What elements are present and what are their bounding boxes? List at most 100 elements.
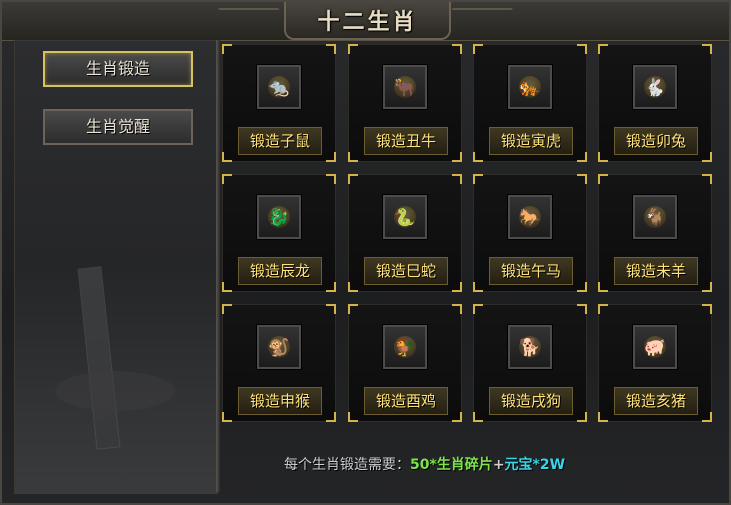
cell-corner	[473, 44, 483, 54]
cell-corner	[326, 44, 336, 54]
zodiac-cell: 🐎 锻造午马	[473, 174, 587, 292]
cell-corner	[598, 174, 608, 184]
cost-label: 每个生肖锻造需要：	[284, 457, 410, 473]
svg-text:🐅: 🐅	[519, 78, 540, 98]
forge-button[interactable]: 锻造寅虎	[489, 127, 573, 155]
forge-button[interactable]: 锻造丑牛	[364, 127, 448, 155]
cell-corner	[577, 152, 587, 162]
zodiac-cell: 🐒 锻造申猴	[222, 304, 336, 422]
sidebar-item-forge[interactable]: 生肖锻造	[43, 51, 193, 87]
svg-text:🐉: 🐉	[268, 207, 289, 228]
zodiac-cell: 🐂 锻造丑牛	[348, 44, 462, 162]
cell-corner	[598, 282, 608, 292]
cell-corner	[326, 282, 336, 292]
cell-corner	[598, 412, 608, 422]
forge-button[interactable]: 锻造午马	[489, 257, 573, 285]
cell-corner	[577, 412, 587, 422]
zodiac-cell: 🐉 锻造辰龙	[222, 174, 336, 292]
dragon-icon[interactable]: 🐉	[257, 195, 301, 239]
cell-corner	[473, 174, 483, 184]
cell-corner	[348, 304, 358, 314]
monkey-icon[interactable]: 🐒	[257, 325, 301, 369]
cell-corner	[577, 282, 587, 292]
forge-cost-text: 每个生肖锻造需要：50*生肖碎片+元宝*2W	[284, 454, 704, 474]
forge-button[interactable]: 锻造辰龙	[238, 257, 322, 285]
horse-icon[interactable]: 🐎	[508, 195, 552, 239]
cell-corner	[452, 44, 462, 54]
cell-corner	[452, 412, 462, 422]
cell-corner	[577, 174, 587, 184]
panel-divider	[216, 40, 220, 492]
svg-text:🐇: 🐇	[644, 77, 665, 98]
window-title: 十二生肖	[317, 10, 418, 35]
cell-corner	[326, 304, 336, 314]
cell-corner	[473, 282, 483, 292]
cell-corner	[348, 412, 358, 422]
cell-corner	[326, 412, 336, 422]
cell-corner	[473, 152, 483, 162]
mist-decoration	[55, 371, 175, 411]
ox-icon[interactable]: 🐂	[383, 65, 427, 109]
zodiac-cell: 🐀 锻造子鼠	[222, 44, 336, 162]
tiger-icon[interactable]: 🐅	[508, 65, 552, 109]
cell-corner	[326, 174, 336, 184]
goat-icon[interactable]: 🐐	[633, 195, 677, 239]
cell-corner	[222, 174, 232, 184]
cost-plus: +	[492, 457, 505, 473]
forge-button[interactable]: 锻造巳蛇	[364, 257, 448, 285]
title-bar: 十二生肖	[2, 2, 729, 41]
cell-corner	[222, 44, 232, 54]
zodiac-cell: 🐕 锻造戌狗	[473, 304, 587, 422]
cell-corner	[452, 282, 462, 292]
cell-corner	[473, 412, 483, 422]
forge-button[interactable]: 锻造亥猪	[614, 387, 698, 415]
cell-corner	[702, 174, 712, 184]
cell-corner	[222, 152, 232, 162]
sidebar-item-awaken[interactable]: 生肖觉醒	[43, 109, 193, 145]
cell-corner	[452, 174, 462, 184]
pig-icon[interactable]: 🐖	[633, 325, 677, 369]
forge-button[interactable]: 锻造子鼠	[238, 127, 322, 155]
cell-corner	[222, 282, 232, 292]
sidebar: 生肖锻造 生肖觉醒	[14, 40, 218, 494]
cell-corner	[702, 152, 712, 162]
svg-text:🐀: 🐀	[268, 78, 290, 98]
cell-corner	[702, 412, 712, 422]
rooster-icon[interactable]: 🐓	[383, 325, 427, 369]
rabbit-icon[interactable]: 🐇	[633, 65, 677, 109]
svg-text:🐎: 🐎	[519, 208, 540, 228]
zodiac-cell: 🐓 锻造酉鸡	[348, 304, 462, 422]
shard-cost: 50*生肖碎片	[410, 457, 493, 473]
cell-corner	[452, 304, 462, 314]
cell-corner	[348, 174, 358, 184]
forge-button[interactable]: 锻造卯兔	[614, 127, 698, 155]
cell-corner	[598, 44, 608, 54]
zodiac-cell: 🐐 锻造未羊	[598, 174, 712, 292]
cell-corner	[326, 152, 336, 162]
zodiac-cell: 🐇 锻造卯兔	[598, 44, 712, 162]
forge-button[interactable]: 锻造申猴	[238, 387, 322, 415]
cell-corner	[702, 44, 712, 54]
cell-corner	[702, 282, 712, 292]
cell-corner	[348, 152, 358, 162]
rat-icon[interactable]: 🐀	[257, 65, 301, 109]
cell-corner	[348, 282, 358, 292]
dog-icon[interactable]: 🐕	[508, 325, 552, 369]
cell-corner	[577, 44, 587, 54]
zodiac-window: 十二生肖 生肖锻造 生肖觉醒 🐀 锻造子鼠 🐂 锻造丑牛 🐅 锻造寅虎 🐇 锻造卯兔 🐉 锻造辰龙…	[0, 0, 731, 505]
cell-corner	[598, 304, 608, 314]
forge-button[interactable]: 锻造未羊	[614, 257, 698, 285]
svg-text:🐐: 🐐	[644, 207, 665, 228]
forge-button[interactable]: 锻造戌狗	[489, 387, 573, 415]
svg-text:🐂: 🐂	[394, 78, 415, 98]
zodiac-cell: 🐍 锻造巳蛇	[348, 174, 462, 292]
forge-button[interactable]: 锻造酉鸡	[364, 387, 448, 415]
snake-icon[interactable]: 🐍	[383, 195, 427, 239]
zodiac-cell: 🐅 锻造寅虎	[473, 44, 587, 162]
ruin-decoration	[77, 266, 121, 450]
svg-text:🐍: 🐍	[394, 207, 415, 228]
title-ornament-right	[441, 8, 513, 28]
title-ornament-left	[218, 8, 290, 28]
zodiac-cell: 🐖 锻造亥猪	[598, 304, 712, 422]
cell-corner	[222, 412, 232, 422]
